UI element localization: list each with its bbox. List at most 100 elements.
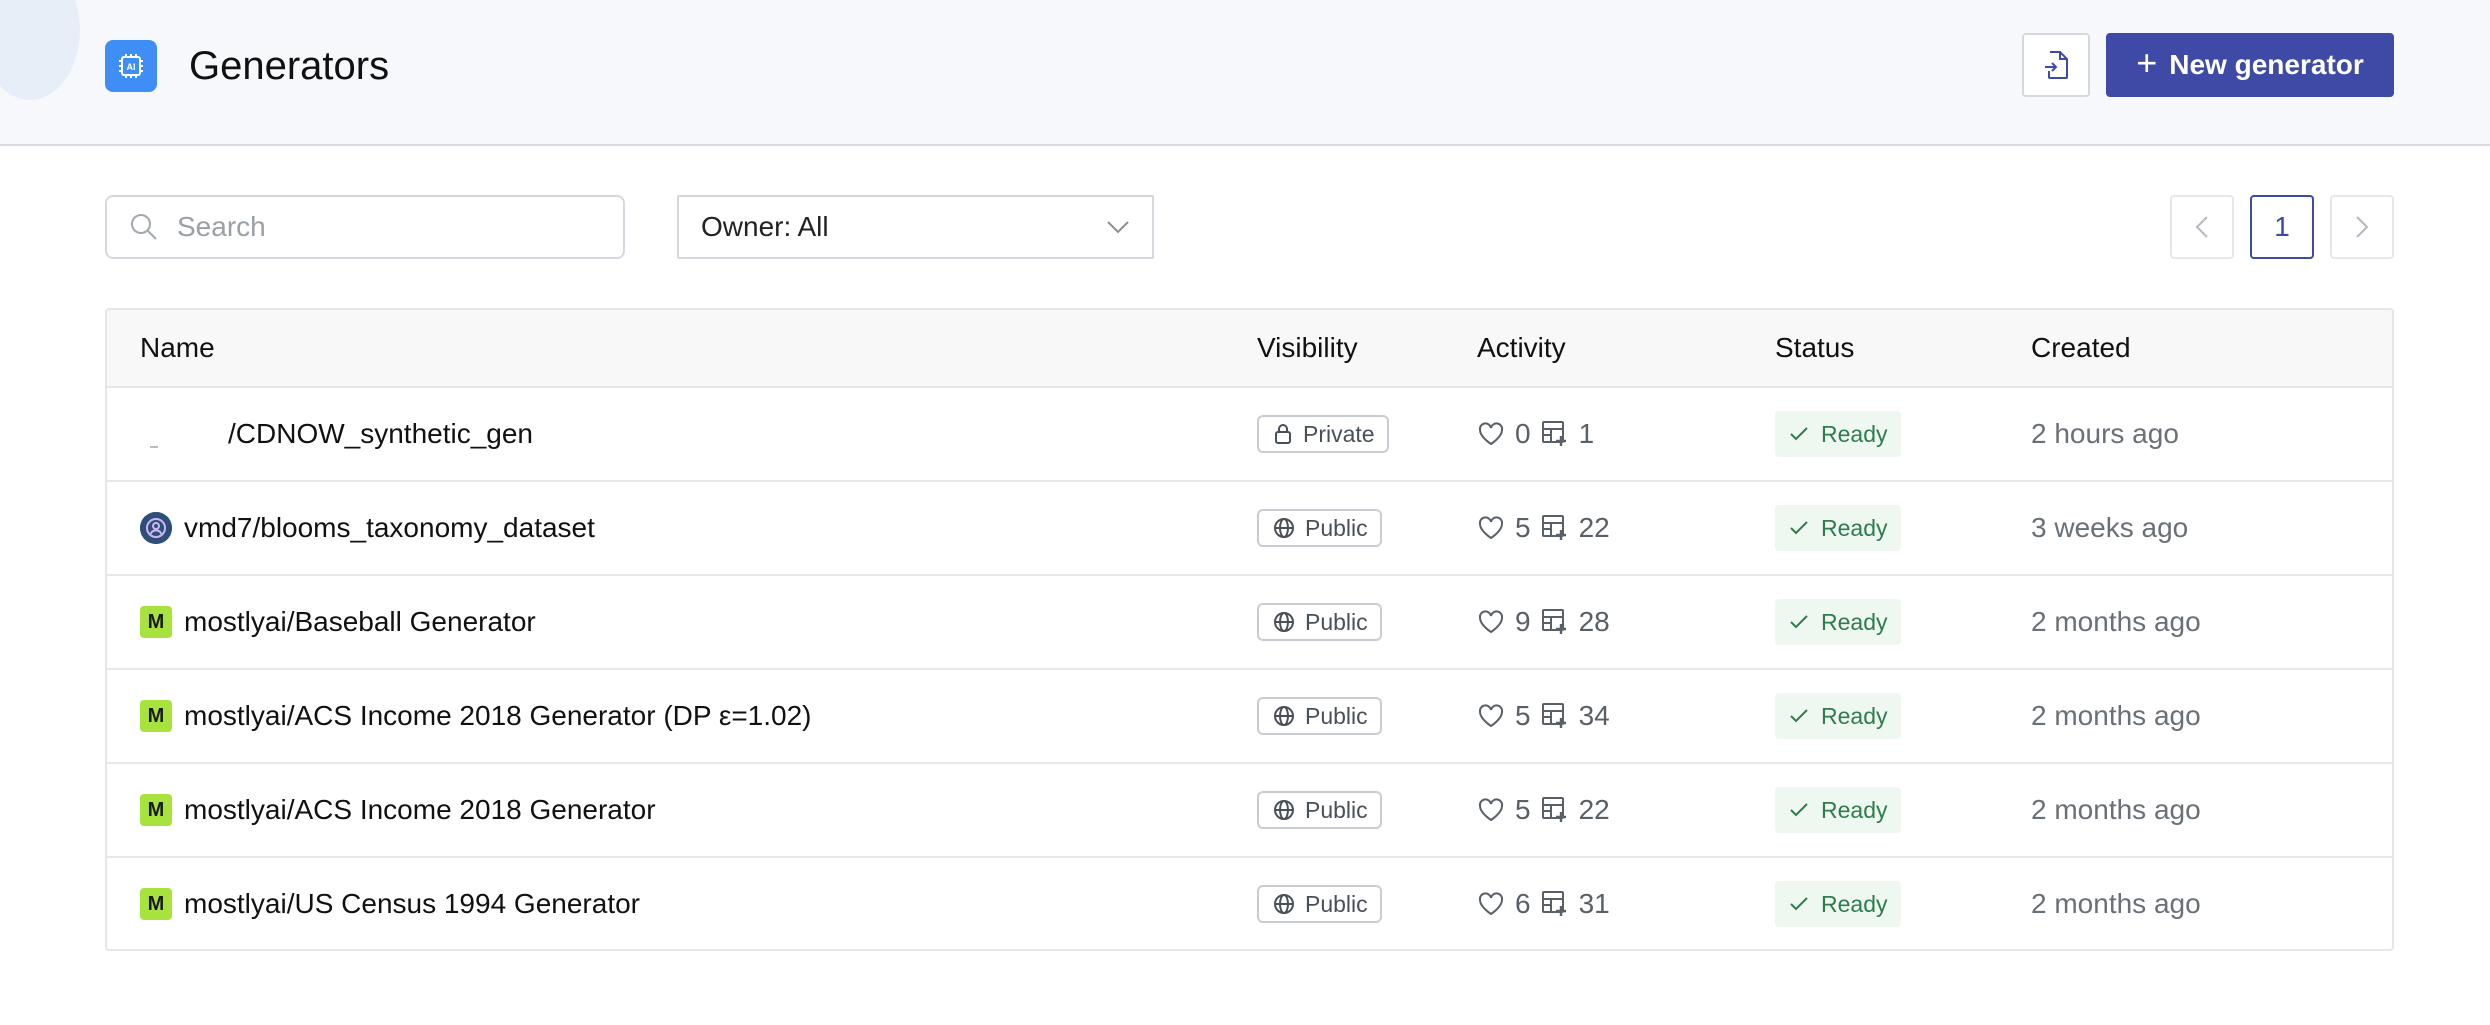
new-generator-button[interactable]: + New generator xyxy=(2106,33,2394,97)
visibility-badge: Public xyxy=(1257,791,1382,829)
globe-icon xyxy=(1274,518,1294,538)
activity-cell: 5 22 xyxy=(1477,482,1610,574)
owner-avatar: M xyxy=(140,888,172,920)
generator-name-cell[interactable]: /CDNOW_synthetic_gen xyxy=(140,388,533,480)
generator-name-link[interactable]: mostlyai/US Census 1994 Generator xyxy=(184,888,640,920)
generator-name-link[interactable]: /CDNOW_synthetic_gen xyxy=(228,418,533,450)
status-badge: Ready xyxy=(1775,787,1902,833)
generator-name-link[interactable]: mostlyai/Baseball Generator xyxy=(184,606,536,638)
generator-name-link[interactable]: vmd7/blooms_taxonomy_dataset xyxy=(184,512,595,544)
search-input[interactable] xyxy=(177,211,577,243)
activity-cell: 5 34 xyxy=(1477,670,1610,762)
generator-name-cell[interactable]: M mostlyai/Baseball Generator xyxy=(140,576,536,668)
activity-cell: 6 31 xyxy=(1477,858,1610,949)
globe-icon xyxy=(1274,894,1294,914)
chevron-down-icon xyxy=(1107,221,1129,234)
activity-cell: 5 22 xyxy=(1477,764,1610,856)
dataset-table-icon xyxy=(1541,515,1566,540)
owner-filter-select[interactable]: Owner: All xyxy=(677,195,1154,259)
visibility-cell: Public xyxy=(1257,576,1382,668)
likes-count: 6 xyxy=(1515,888,1531,919)
status-cell: Ready xyxy=(1775,670,1902,762)
visibility-badge: Private xyxy=(1257,415,1389,453)
heart-icon xyxy=(1478,516,1504,540)
page-header: AI Generators + New generator xyxy=(0,0,2490,146)
visibility-label: Public xyxy=(1305,796,1368,823)
visibility-badge: Public xyxy=(1257,697,1382,735)
heart-icon xyxy=(1478,798,1504,822)
likes-count: 5 xyxy=(1515,700,1531,731)
datasets-count: 34 xyxy=(1578,700,1610,731)
check-icon xyxy=(1790,709,1808,723)
column-header-name[interactable]: Name xyxy=(140,310,215,386)
page-number-current[interactable]: 1 xyxy=(2250,195,2314,259)
check-icon xyxy=(1790,427,1808,441)
ai-chip-icon: AI xyxy=(105,40,157,92)
generator-name-link[interactable]: mostlyai/ACS Income 2018 Generator xyxy=(184,794,656,826)
column-header-status[interactable]: Status xyxy=(1775,310,1854,386)
likes-count: 0 xyxy=(1515,418,1531,449)
search-box[interactable] xyxy=(105,195,625,259)
dataset-table-icon xyxy=(1541,797,1566,822)
table-header: Name Visibility Activity Status Created xyxy=(107,310,2392,388)
status-badge: Ready xyxy=(1775,881,1902,927)
visibility-label: Public xyxy=(1305,514,1368,541)
status-label: Ready xyxy=(1821,796,1888,823)
file-import-icon xyxy=(2045,51,2068,79)
table-row[interactable]: M mostlyai/ACS Income 2018 Generator (DP… xyxy=(107,670,2392,764)
status-label: Ready xyxy=(1821,420,1888,447)
lock-icon xyxy=(1275,424,1291,444)
next-page-button[interactable] xyxy=(2330,195,2394,259)
generator-name-cell[interactable]: M mostlyai/ACS Income 2018 Generator xyxy=(140,764,656,856)
generator-name-cell[interactable]: M mostlyai/ACS Income 2018 Generator (DP… xyxy=(140,670,811,762)
table-body: /CDNOW_synthetic_gen Private 0 1 Ready 2… xyxy=(107,388,2392,949)
datasets-count: 28 xyxy=(1578,606,1610,637)
generator-name-link[interactable]: mostlyai/ACS Income 2018 Generator (DP ε… xyxy=(184,700,811,732)
likes-count: 5 xyxy=(1515,512,1531,543)
created-cell: 2 months ago xyxy=(2031,888,2201,919)
visibility-cell: Public xyxy=(1257,670,1382,762)
previous-page-button[interactable] xyxy=(2170,195,2234,259)
dataset-table-icon xyxy=(1541,421,1566,446)
status-badge: Ready xyxy=(1775,693,1902,739)
column-header-activity[interactable]: Activity xyxy=(1477,310,1566,386)
table-row[interactable]: /CDNOW_synthetic_gen Private 0 1 Ready 2… xyxy=(107,388,2392,482)
activity-cell: 0 1 xyxy=(1477,388,1594,480)
import-generator-button[interactable] xyxy=(2022,33,2090,97)
plus-icon: + xyxy=(2136,42,2158,83)
status-label: Ready xyxy=(1821,608,1888,635)
datasets-count: 22 xyxy=(1578,794,1610,825)
status-label: Ready xyxy=(1821,514,1888,541)
status-badge: Ready xyxy=(1775,505,1902,551)
status-cell: Ready xyxy=(1775,764,1902,856)
heart-icon xyxy=(1478,422,1504,446)
table-row[interactable]: vmd7/blooms_taxonomy_dataset Public 5 22… xyxy=(107,482,2392,576)
status-cell: Ready xyxy=(1775,576,1902,668)
globe-icon xyxy=(1274,800,1294,820)
check-icon xyxy=(1790,897,1808,911)
visibility-label: Public xyxy=(1305,608,1368,635)
table-row[interactable]: M mostlyai/ACS Income 2018 Generator Pub… xyxy=(107,764,2392,858)
created-cell: 2 months ago xyxy=(2031,794,2201,825)
visibility-cell: Public xyxy=(1257,482,1382,574)
likes-count: 5 xyxy=(1515,794,1531,825)
dataset-table-icon xyxy=(1541,703,1566,728)
check-icon xyxy=(1790,521,1808,535)
svg-text:AI: AI xyxy=(127,62,136,72)
generator-name-cell[interactable]: vmd7/blooms_taxonomy_dataset xyxy=(140,482,595,574)
heart-icon xyxy=(1478,704,1504,728)
generator-name-cell[interactable]: M mostlyai/US Census 1994 Generator xyxy=(140,858,640,949)
column-header-visibility[interactable]: Visibility xyxy=(1257,310,1358,386)
generators-table: Name Visibility Activity Status Created … xyxy=(105,308,2394,951)
visibility-label: Public xyxy=(1305,702,1368,729)
visibility-badge: Public xyxy=(1257,509,1382,547)
table-row[interactable]: M mostlyai/Baseball Generator Public 9 2… xyxy=(107,576,2392,670)
column-header-created[interactable]: Created xyxy=(2031,310,2131,386)
table-row[interactable]: M mostlyai/US Census 1994 Generator Publ… xyxy=(107,858,2392,949)
datasets-count: 31 xyxy=(1578,888,1610,919)
visibility-label: Private xyxy=(1303,420,1375,447)
user-avatar-icon xyxy=(140,512,172,544)
created-cell: 2 months ago xyxy=(2031,606,2201,637)
chevron-left-icon xyxy=(2195,216,2208,238)
heart-icon xyxy=(1478,892,1504,916)
